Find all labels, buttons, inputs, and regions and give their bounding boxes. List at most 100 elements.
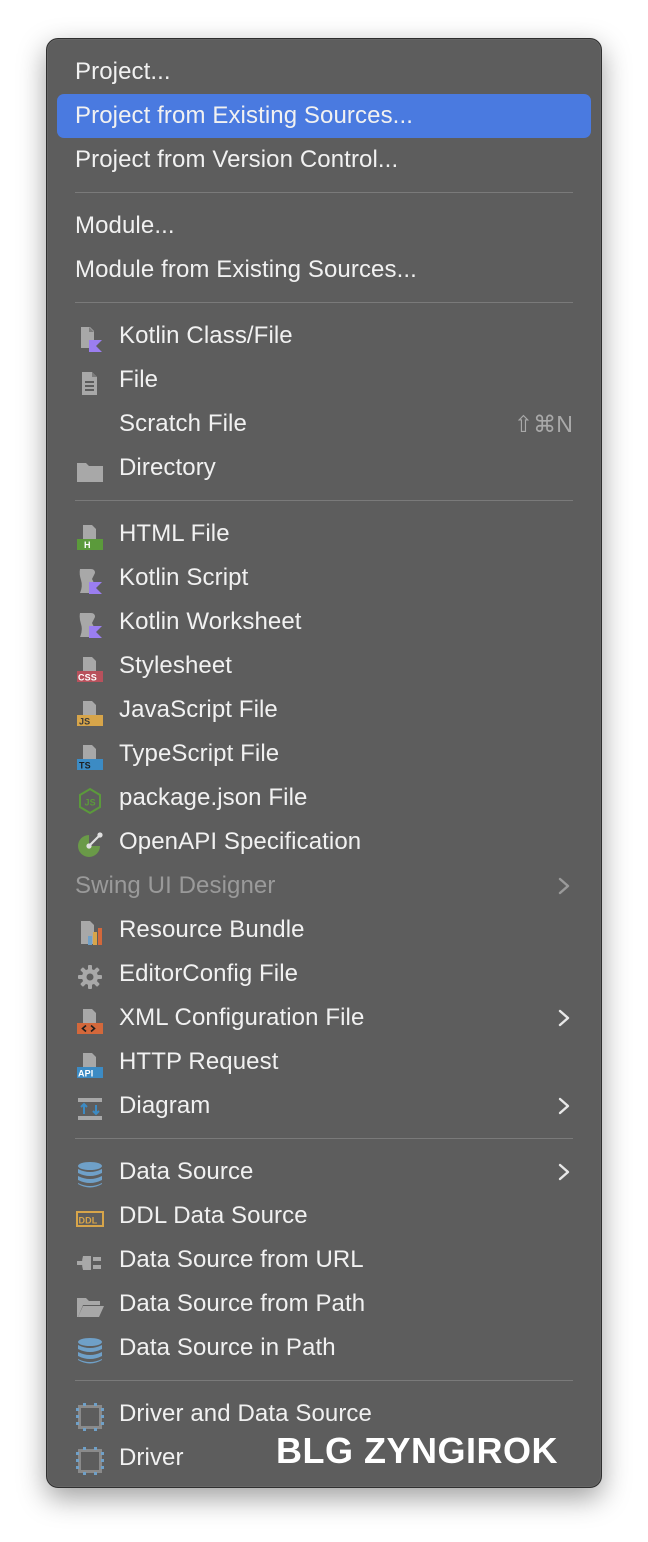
menu-item-file[interactable]: File bbox=[57, 358, 591, 402]
menu-item-typescript-file[interactable]: TS TypeScript File bbox=[57, 732, 591, 776]
new-menu: Project... Project from Existing Sources… bbox=[46, 38, 602, 1488]
ts-file-icon: TS bbox=[75, 742, 105, 772]
menu-item-label: Kotlin Worksheet bbox=[119, 608, 302, 635]
folder-icon bbox=[75, 456, 105, 486]
shortcut-label: ⇧⌘N bbox=[513, 410, 573, 437]
file-icon bbox=[75, 368, 105, 398]
menu-separator bbox=[75, 1380, 573, 1381]
menu-item-label: EditorConfig File bbox=[119, 960, 299, 987]
css-file-icon: CSS bbox=[75, 654, 105, 684]
menu-item-label: Module... bbox=[75, 212, 175, 239]
menu-item-label: JavaScript File bbox=[119, 696, 278, 723]
menu-item-resource-bundle[interactable]: Resource Bundle bbox=[57, 908, 591, 952]
watermark: BLG ZYNGIROK bbox=[276, 1430, 558, 1471]
menu-item-label: TypeScript File bbox=[119, 740, 280, 767]
menu-item-label: OpenAPI Specification bbox=[119, 828, 362, 855]
menu-item-label: Data Source in Path bbox=[119, 1334, 336, 1361]
svg-text:CSS: CSS bbox=[78, 673, 97, 683]
driver-icon bbox=[75, 1446, 105, 1476]
plug-icon bbox=[75, 1248, 105, 1278]
menu-item-diagram[interactable]: Diagram bbox=[57, 1084, 591, 1128]
menu-item-data-source-from-path[interactable]: Data Source from Path bbox=[57, 1282, 591, 1326]
diagram-icon bbox=[75, 1094, 105, 1124]
menu-item-label: Data Source bbox=[119, 1158, 254, 1185]
menu-item-label: Resource Bundle bbox=[119, 916, 305, 943]
menu-item-label: Kotlin Class/File bbox=[119, 322, 293, 349]
api-file-icon: API bbox=[75, 1050, 105, 1080]
menu-item-label: HTTP Request bbox=[119, 1048, 279, 1075]
nodejs-icon: JS bbox=[75, 786, 105, 816]
svg-text:JS: JS bbox=[79, 717, 90, 727]
menu-item-data-source-from-url[interactable]: Data Source from URL bbox=[57, 1238, 591, 1282]
menu-item-label: Scratch File bbox=[119, 410, 247, 437]
menu-item-kotlin-worksheet[interactable]: Kotlin Worksheet bbox=[57, 600, 591, 644]
svg-text:JS: JS bbox=[85, 798, 96, 808]
menu-item-label: Driver bbox=[119, 1444, 184, 1471]
database-icon bbox=[75, 1336, 105, 1366]
menu-item-label: Project... bbox=[75, 58, 171, 85]
kotlin-script-icon bbox=[75, 566, 105, 596]
gear-icon bbox=[75, 962, 105, 992]
menu-separator bbox=[75, 500, 573, 501]
resource-bundle-icon bbox=[75, 918, 105, 948]
menu-item-label: Diagram bbox=[119, 1092, 211, 1119]
menu-item-label: Directory bbox=[119, 454, 216, 481]
menu-item-html-file[interactable]: H HTML File bbox=[57, 512, 591, 556]
kotlin-worksheet-icon bbox=[75, 610, 105, 640]
open-folder-icon bbox=[75, 1292, 105, 1322]
menu-item-label: File bbox=[119, 366, 159, 393]
menu-item-label: XML Configuration File bbox=[119, 1004, 365, 1031]
menu-item-label: Data Source from URL bbox=[119, 1246, 364, 1273]
menu-item-editorconfig-file[interactable]: EditorConfig File bbox=[57, 952, 591, 996]
menu-item-module-from-existing-sources[interactable]: Module from Existing Sources... bbox=[57, 248, 591, 292]
menu-item-label: Swing UI Designer bbox=[75, 872, 276, 899]
html-file-icon: H bbox=[75, 522, 105, 552]
menu-item-label: Driver and Data Source bbox=[119, 1400, 372, 1427]
menu-item-label: Project from Version Control... bbox=[75, 146, 399, 173]
js-file-icon: JS bbox=[75, 698, 105, 728]
xml-file-icon bbox=[75, 1006, 105, 1036]
svg-text:DDL: DDL bbox=[79, 1216, 98, 1226]
menu-item-label: DDL Data Source bbox=[119, 1202, 308, 1229]
menu-item-data-source[interactable]: Data Source bbox=[57, 1150, 591, 1194]
menu-separator bbox=[75, 302, 573, 303]
menu-item-label: Project from Existing Sources... bbox=[75, 102, 413, 129]
menu-item-directory[interactable]: Directory bbox=[57, 446, 591, 490]
svg-text:H: H bbox=[84, 540, 91, 550]
driver-icon bbox=[75, 1402, 105, 1432]
menu-item-xml-configuration-file[interactable]: XML Configuration File bbox=[57, 996, 591, 1040]
menu-item-project-from-existing-sources[interactable]: Project from Existing Sources... bbox=[57, 94, 591, 138]
menu-item-project-from-version-control[interactable]: Project from Version Control... bbox=[57, 138, 591, 182]
menu-item-kotlin-class-file[interactable]: Kotlin Class/File bbox=[57, 314, 591, 358]
menu-item-openapi-specification[interactable]: OpenAPI Specification bbox=[57, 820, 591, 864]
svg-text:TS: TS bbox=[79, 761, 91, 771]
menu-item-module[interactable]: Module... bbox=[57, 204, 591, 248]
menu-item-swing-ui-designer[interactable]: Swing UI Designer bbox=[57, 864, 591, 908]
menu-item-ddl-data-source[interactable]: DDL DDL Data Source bbox=[57, 1194, 591, 1238]
chevron-right-icon bbox=[553, 874, 575, 898]
svg-text:API: API bbox=[78, 1069, 93, 1079]
menu-item-javascript-file[interactable]: JS JavaScript File bbox=[57, 688, 591, 732]
openapi-icon bbox=[75, 830, 105, 860]
menu-separator bbox=[75, 1138, 573, 1139]
menu-separator bbox=[75, 192, 573, 193]
menu-item-label: Stylesheet bbox=[119, 652, 233, 679]
menu-item-label: package.json File bbox=[119, 784, 308, 811]
menu-item-http-request[interactable]: API HTTP Request bbox=[57, 1040, 591, 1084]
menu-item-label: HTML File bbox=[119, 520, 230, 547]
ddl-icon: DDL bbox=[75, 1204, 105, 1234]
chevron-right-icon bbox=[553, 1160, 575, 1184]
database-icon bbox=[75, 1160, 105, 1190]
menu-item-scratch-file[interactable]: Scratch File ⇧⌘N bbox=[57, 402, 591, 446]
menu-item-project[interactable]: Project... bbox=[57, 50, 591, 94]
menu-item-data-source-in-path[interactable]: Data Source in Path bbox=[57, 1326, 591, 1370]
menu-item-label: Module from Existing Sources... bbox=[75, 256, 417, 283]
chevron-right-icon bbox=[553, 1094, 575, 1118]
kotlin-class-icon bbox=[75, 324, 105, 354]
menu-item-package-json-file[interactable]: JS package.json File bbox=[57, 776, 591, 820]
chevron-right-icon bbox=[553, 1006, 575, 1030]
menu-item-label: Data Source from Path bbox=[119, 1290, 366, 1317]
menu-item-kotlin-script[interactable]: Kotlin Script bbox=[57, 556, 591, 600]
menu-item-label: Kotlin Script bbox=[119, 564, 249, 591]
menu-item-stylesheet[interactable]: CSS Stylesheet bbox=[57, 644, 591, 688]
